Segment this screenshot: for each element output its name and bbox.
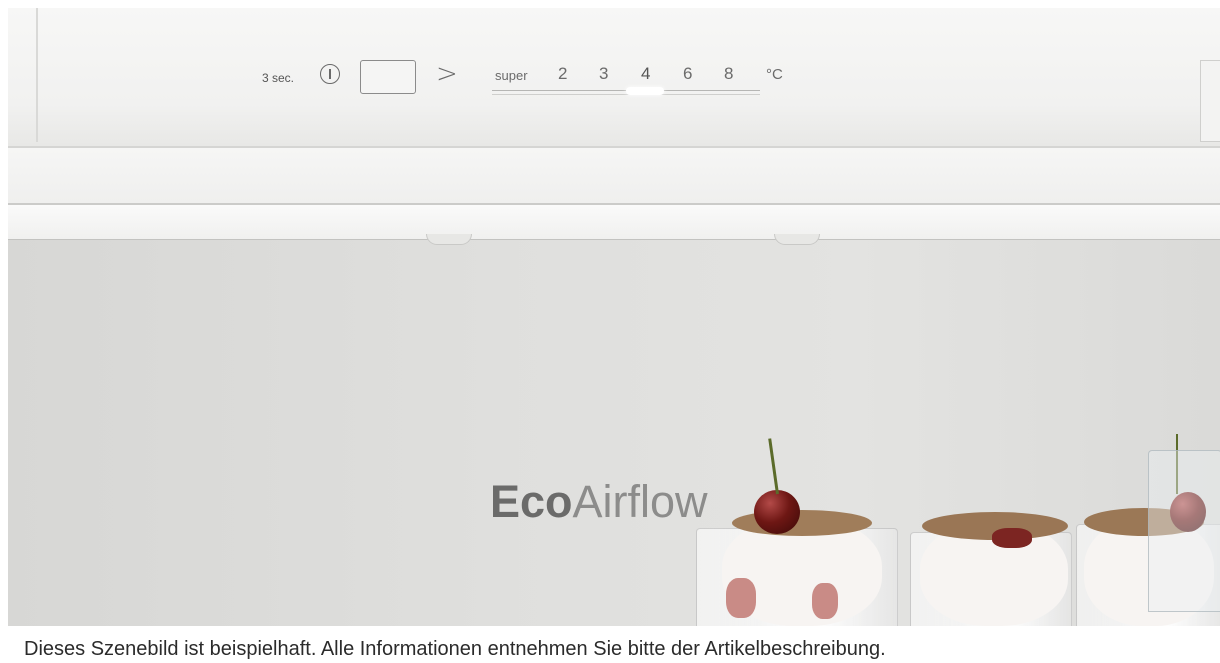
power-icon [320, 64, 340, 84]
berry-swirl [812, 583, 838, 619]
ceiling-light-left [426, 234, 472, 245]
panel-divider [36, 8, 38, 142]
ceiling-lip [8, 205, 1220, 240]
temp-option-super: super [495, 68, 528, 83]
temp-option-6: 6 [683, 64, 693, 83]
cherry-stem [768, 438, 779, 495]
fridge-scene-image: 3 sec. > super 2 3 4 6 8 °C EcoAirflow [8, 8, 1220, 626]
temp-option-8: 8 [724, 64, 734, 83]
temperature-selected-indicator [626, 87, 664, 95]
fridge-control-panel: 3 sec. > super 2 3 4 6 8 °C [8, 8, 1220, 148]
glass-cup [1148, 450, 1220, 612]
berry-swirl [726, 578, 756, 618]
crumble-topping [732, 510, 872, 536]
dessert-glasses-illustration [692, 428, 1220, 626]
temperature-scale-line-secondary [492, 94, 760, 95]
ecoairflow-logo: EcoAirflow [490, 476, 708, 528]
temp-option-4: 4 [641, 64, 651, 83]
temperature-unit: °C [766, 66, 783, 83]
image-caption: Dieses Szenebild ist beispielhaft. Alle … [24, 638, 886, 660]
panel-lower-strip [8, 148, 1220, 205]
panel-side-frame [1200, 60, 1220, 142]
cherry [754, 490, 800, 534]
hold-duration-label: 3 sec. [262, 71, 295, 85]
temp-option-2: 2 [558, 64, 568, 83]
ceiling-light-right [774, 234, 820, 245]
brand-airflow: Airflow [572, 476, 708, 527]
temperature-display [360, 60, 416, 94]
temp-option-3: 3 [599, 64, 609, 83]
berry-swirl [992, 528, 1032, 548]
brand-eco: Eco [490, 476, 573, 527]
arrow-right-icon: > [436, 59, 458, 89]
